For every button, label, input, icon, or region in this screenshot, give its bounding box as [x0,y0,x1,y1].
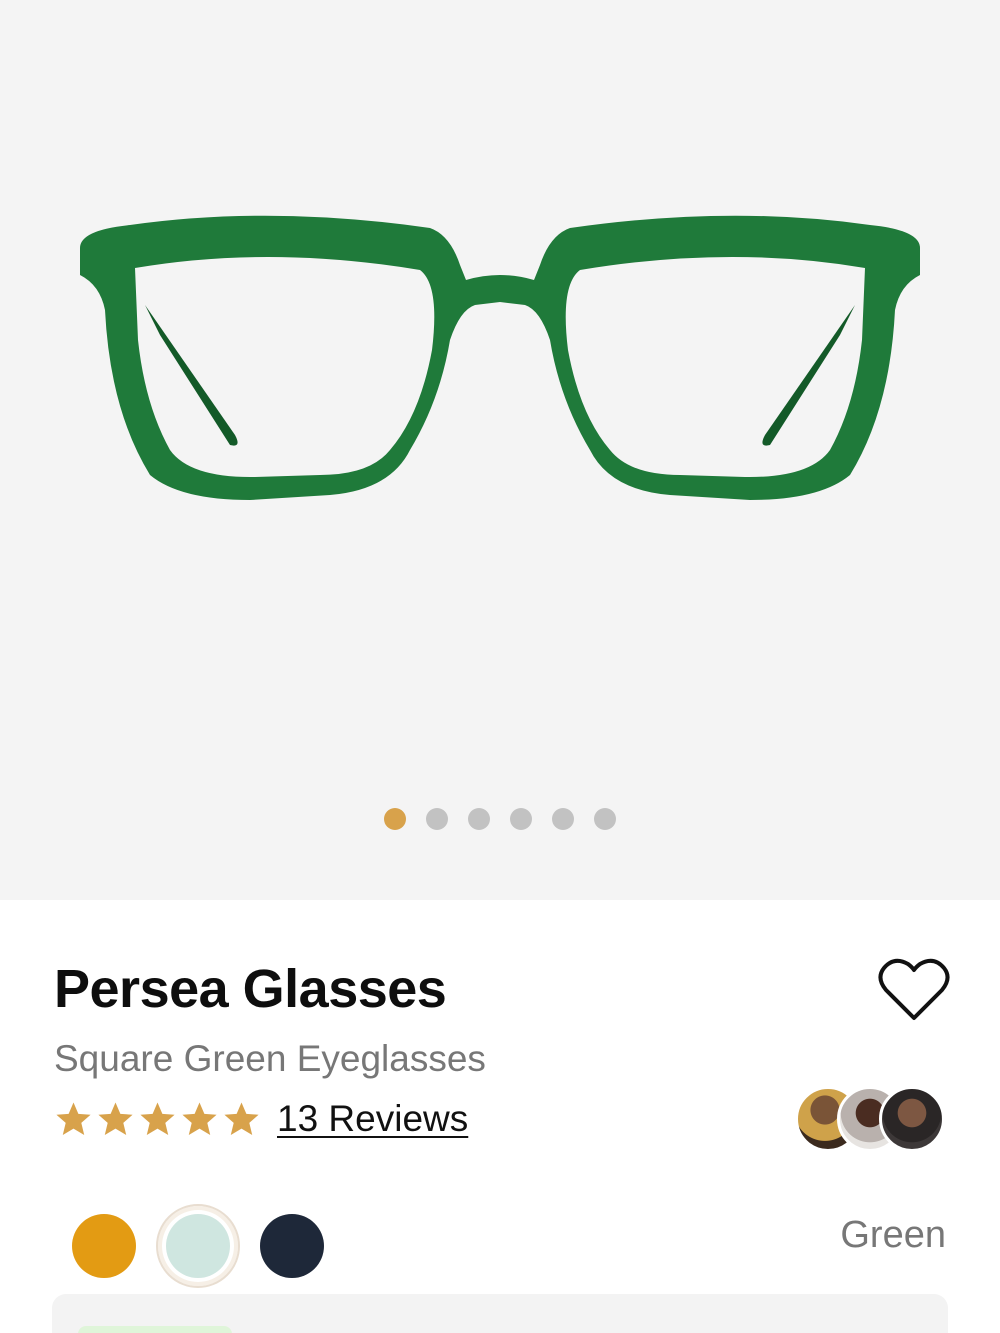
color-swatch-mint[interactable] [166,1214,230,1278]
selected-color-name: Green [840,1214,946,1256]
carousel-dot-3[interactable] [468,808,490,830]
reviews-link[interactable]: 13 Reviews [277,1098,468,1140]
carousel-dot-1[interactable] [384,808,406,830]
customer-avatars[interactable] [795,1086,945,1152]
carousel-dot-5[interactable] [552,808,574,830]
carousel-dot-6[interactable] [594,808,616,830]
promo-card [52,1294,948,1333]
star-icon [56,1101,91,1135]
rating-row: 13 Reviews [54,1098,468,1140]
swatch-wrap-navy [250,1204,334,1288]
star-icon [98,1101,133,1135]
star-icon [182,1101,217,1135]
star-icon [140,1101,175,1135]
heart-icon[interactable] [878,956,950,1022]
promo-tag [78,1326,232,1333]
star-icon [224,1101,259,1135]
color-swatch-navy[interactable] [260,1214,324,1278]
carousel-dot-4[interactable] [510,808,532,830]
color-swatches [62,1204,334,1288]
avatar [879,1086,945,1152]
product-image-gallery[interactable] [0,0,1000,900]
swatch-wrap-mint [156,1204,240,1288]
product-info: Persea Glasses Square Green Eyeglasses 1… [0,900,1000,1333]
star-rating [54,1100,261,1139]
product-subtitle: Square Green Eyeglasses [54,1038,486,1079]
carousel-dots [0,808,1000,830]
color-swatch-yellow[interactable] [72,1214,136,1278]
product-image-glasses [80,215,920,500]
carousel-dot-2[interactable] [426,808,448,830]
swatch-wrap-yellow [62,1204,146,1288]
product-title: Persea Glasses [54,959,447,1019]
